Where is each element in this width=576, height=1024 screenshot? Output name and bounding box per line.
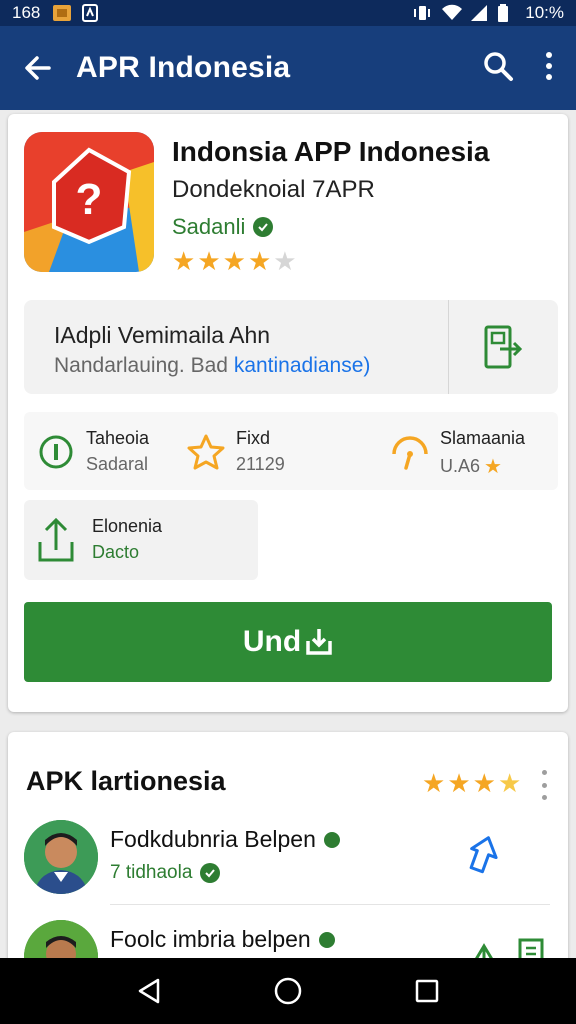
star-icon: ★ bbox=[472, 768, 496, 798]
back-button[interactable] bbox=[0, 26, 76, 110]
stat-item: Taheoia Sadaral bbox=[36, 412, 196, 490]
app-bar: APR Indonesia bbox=[0, 26, 576, 110]
nav-recents-icon bbox=[415, 979, 438, 1003]
app-rating-stars: ★ ★ ★ ★ ★ bbox=[172, 248, 297, 274]
star-icon: ★ bbox=[447, 768, 471, 798]
status-bar: 168 10:% bbox=[0, 0, 576, 26]
battery-icon bbox=[497, 4, 515, 22]
dot bbox=[541, 795, 547, 800]
update-label: Elonenia bbox=[92, 516, 163, 536]
arrow-back-icon bbox=[25, 56, 51, 80]
app-icon[interactable]: ? bbox=[24, 132, 154, 272]
more-vert-icon bbox=[546, 51, 552, 80]
list-item-name: Fodkdubnria Belpen bbox=[110, 826, 340, 853]
list-item-subtitle: 7 tidhaola bbox=[110, 862, 221, 884]
share-arrow-icon bbox=[469, 836, 498, 874]
svg-text:?: ? bbox=[76, 175, 103, 224]
related-apps-card: APK lartionesia ★ ★ ★ ★ Fodkdubnria Belp… bbox=[8, 732, 568, 994]
app-name: Indonsia APP Indonesia bbox=[172, 136, 490, 167]
wifi-icon bbox=[441, 4, 463, 22]
star-icon: ★ bbox=[247, 246, 272, 276]
list-item-title: Fodkdubnria Belpen bbox=[110, 826, 316, 852]
battery-level: 10:% bbox=[525, 3, 564, 22]
stat-value: U.A6 bbox=[440, 456, 481, 476]
publisher-label: Sadanli bbox=[172, 214, 246, 239]
system-nav-bar bbox=[0, 958, 576, 1024]
nav-back-icon bbox=[139, 978, 160, 1004]
stat-item: Slamaania U.A6 ★ bbox=[390, 412, 558, 490]
stat-value-row: U.A6 ★ bbox=[440, 454, 502, 479]
stat-label: Fixd bbox=[236, 428, 271, 448]
sim-icon bbox=[52, 4, 72, 22]
star-badge-icon bbox=[187, 434, 225, 470]
list-item-sub: 7 tidhaola bbox=[110, 862, 193, 883]
install-button[interactable]: Und bbox=[24, 602, 552, 682]
dot bbox=[541, 770, 547, 775]
star-icon: ★ bbox=[197, 246, 221, 276]
star-icon: ★ bbox=[497, 768, 522, 798]
star-icon: ★ bbox=[484, 456, 502, 478]
open-app-icon bbox=[484, 325, 522, 369]
app-developer[interactable]: Dondeknoial 7APR bbox=[172, 176, 375, 204]
avatar bbox=[24, 820, 98, 894]
vibrate-icon bbox=[413, 4, 431, 22]
section-more-button[interactable] bbox=[536, 770, 552, 800]
open-external-button[interactable] bbox=[449, 300, 558, 394]
nav-home-button[interactable] bbox=[266, 969, 310, 1013]
verified-badge-icon bbox=[323, 831, 340, 848]
update-value: Dacto bbox=[92, 542, 140, 562]
divider bbox=[110, 904, 550, 905]
star-icon: ★ bbox=[422, 768, 446, 798]
verified-badge-icon bbox=[200, 863, 221, 883]
list-item[interactable]: Fodkdubnria Belpen 7 tidhaola bbox=[8, 812, 568, 902]
update-box[interactable]: Elonenia Dacto bbox=[24, 500, 258, 580]
dot bbox=[541, 782, 547, 788]
verified-badge-icon bbox=[253, 217, 274, 237]
verified-badge-icon bbox=[318, 931, 335, 948]
star-empty-icon: ★ bbox=[273, 246, 297, 276]
app-info-box[interactable]: IAdpli Vemimaila Ahn Nandarlauing. Bad k… bbox=[24, 300, 558, 394]
info-link[interactable]: kantinadianse) bbox=[234, 354, 371, 377]
more-button[interactable] bbox=[544, 51, 554, 86]
stat-value: 21129 bbox=[236, 454, 285, 474]
stat-value: Sadaral bbox=[86, 454, 149, 474]
install-label: Und bbox=[242, 625, 302, 658]
search-icon bbox=[484, 51, 513, 81]
app-publisher[interactable]: Sadanli bbox=[172, 214, 274, 240]
info-circle-icon bbox=[39, 435, 73, 469]
list-item-action-button[interactable] bbox=[464, 834, 508, 878]
stat-item: Fixd 21129 bbox=[186, 412, 346, 490]
star-icon: ★ bbox=[172, 246, 196, 276]
notification-icon bbox=[82, 4, 100, 22]
section-rating-stars: ★ ★ ★ ★ bbox=[422, 770, 521, 796]
info-subtitle: Nandarlauing. Bad kantinadianse) bbox=[54, 354, 370, 378]
page-title: APR Indonesia bbox=[76, 51, 291, 84]
app-detail-card: ? Indonsia APP Indonesia Dondeknoial 7AP… bbox=[8, 114, 568, 712]
star-half-icon: ★ bbox=[222, 246, 246, 276]
section-title: APK lartionesia bbox=[26, 766, 226, 796]
search-button[interactable] bbox=[482, 50, 514, 87]
info-title: IAdpli Vemimaila Ahn bbox=[54, 322, 271, 348]
nav-back-button[interactable] bbox=[127, 969, 171, 1013]
list-item-name: Foolc imbria belpen bbox=[110, 926, 335, 953]
nav-home-icon bbox=[274, 977, 302, 1005]
stat-label: Slamaania bbox=[440, 428, 526, 448]
list-item-title: Foolc imbria belpen bbox=[110, 926, 311, 952]
rating-icon bbox=[392, 436, 428, 470]
nav-recents-button[interactable] bbox=[405, 969, 449, 1013]
download-icon bbox=[306, 629, 332, 655]
upload-icon bbox=[38, 517, 74, 562]
stat-label: Taheoia bbox=[86, 428, 150, 448]
info-subtitle-text: Nandarlauing. Bad bbox=[54, 354, 228, 377]
stats-row: Taheoia Sadaral Fixd 21129 Slamaania U.A… bbox=[24, 412, 558, 490]
signal-icon bbox=[469, 4, 488, 22]
status-time: 168 bbox=[12, 3, 41, 22]
